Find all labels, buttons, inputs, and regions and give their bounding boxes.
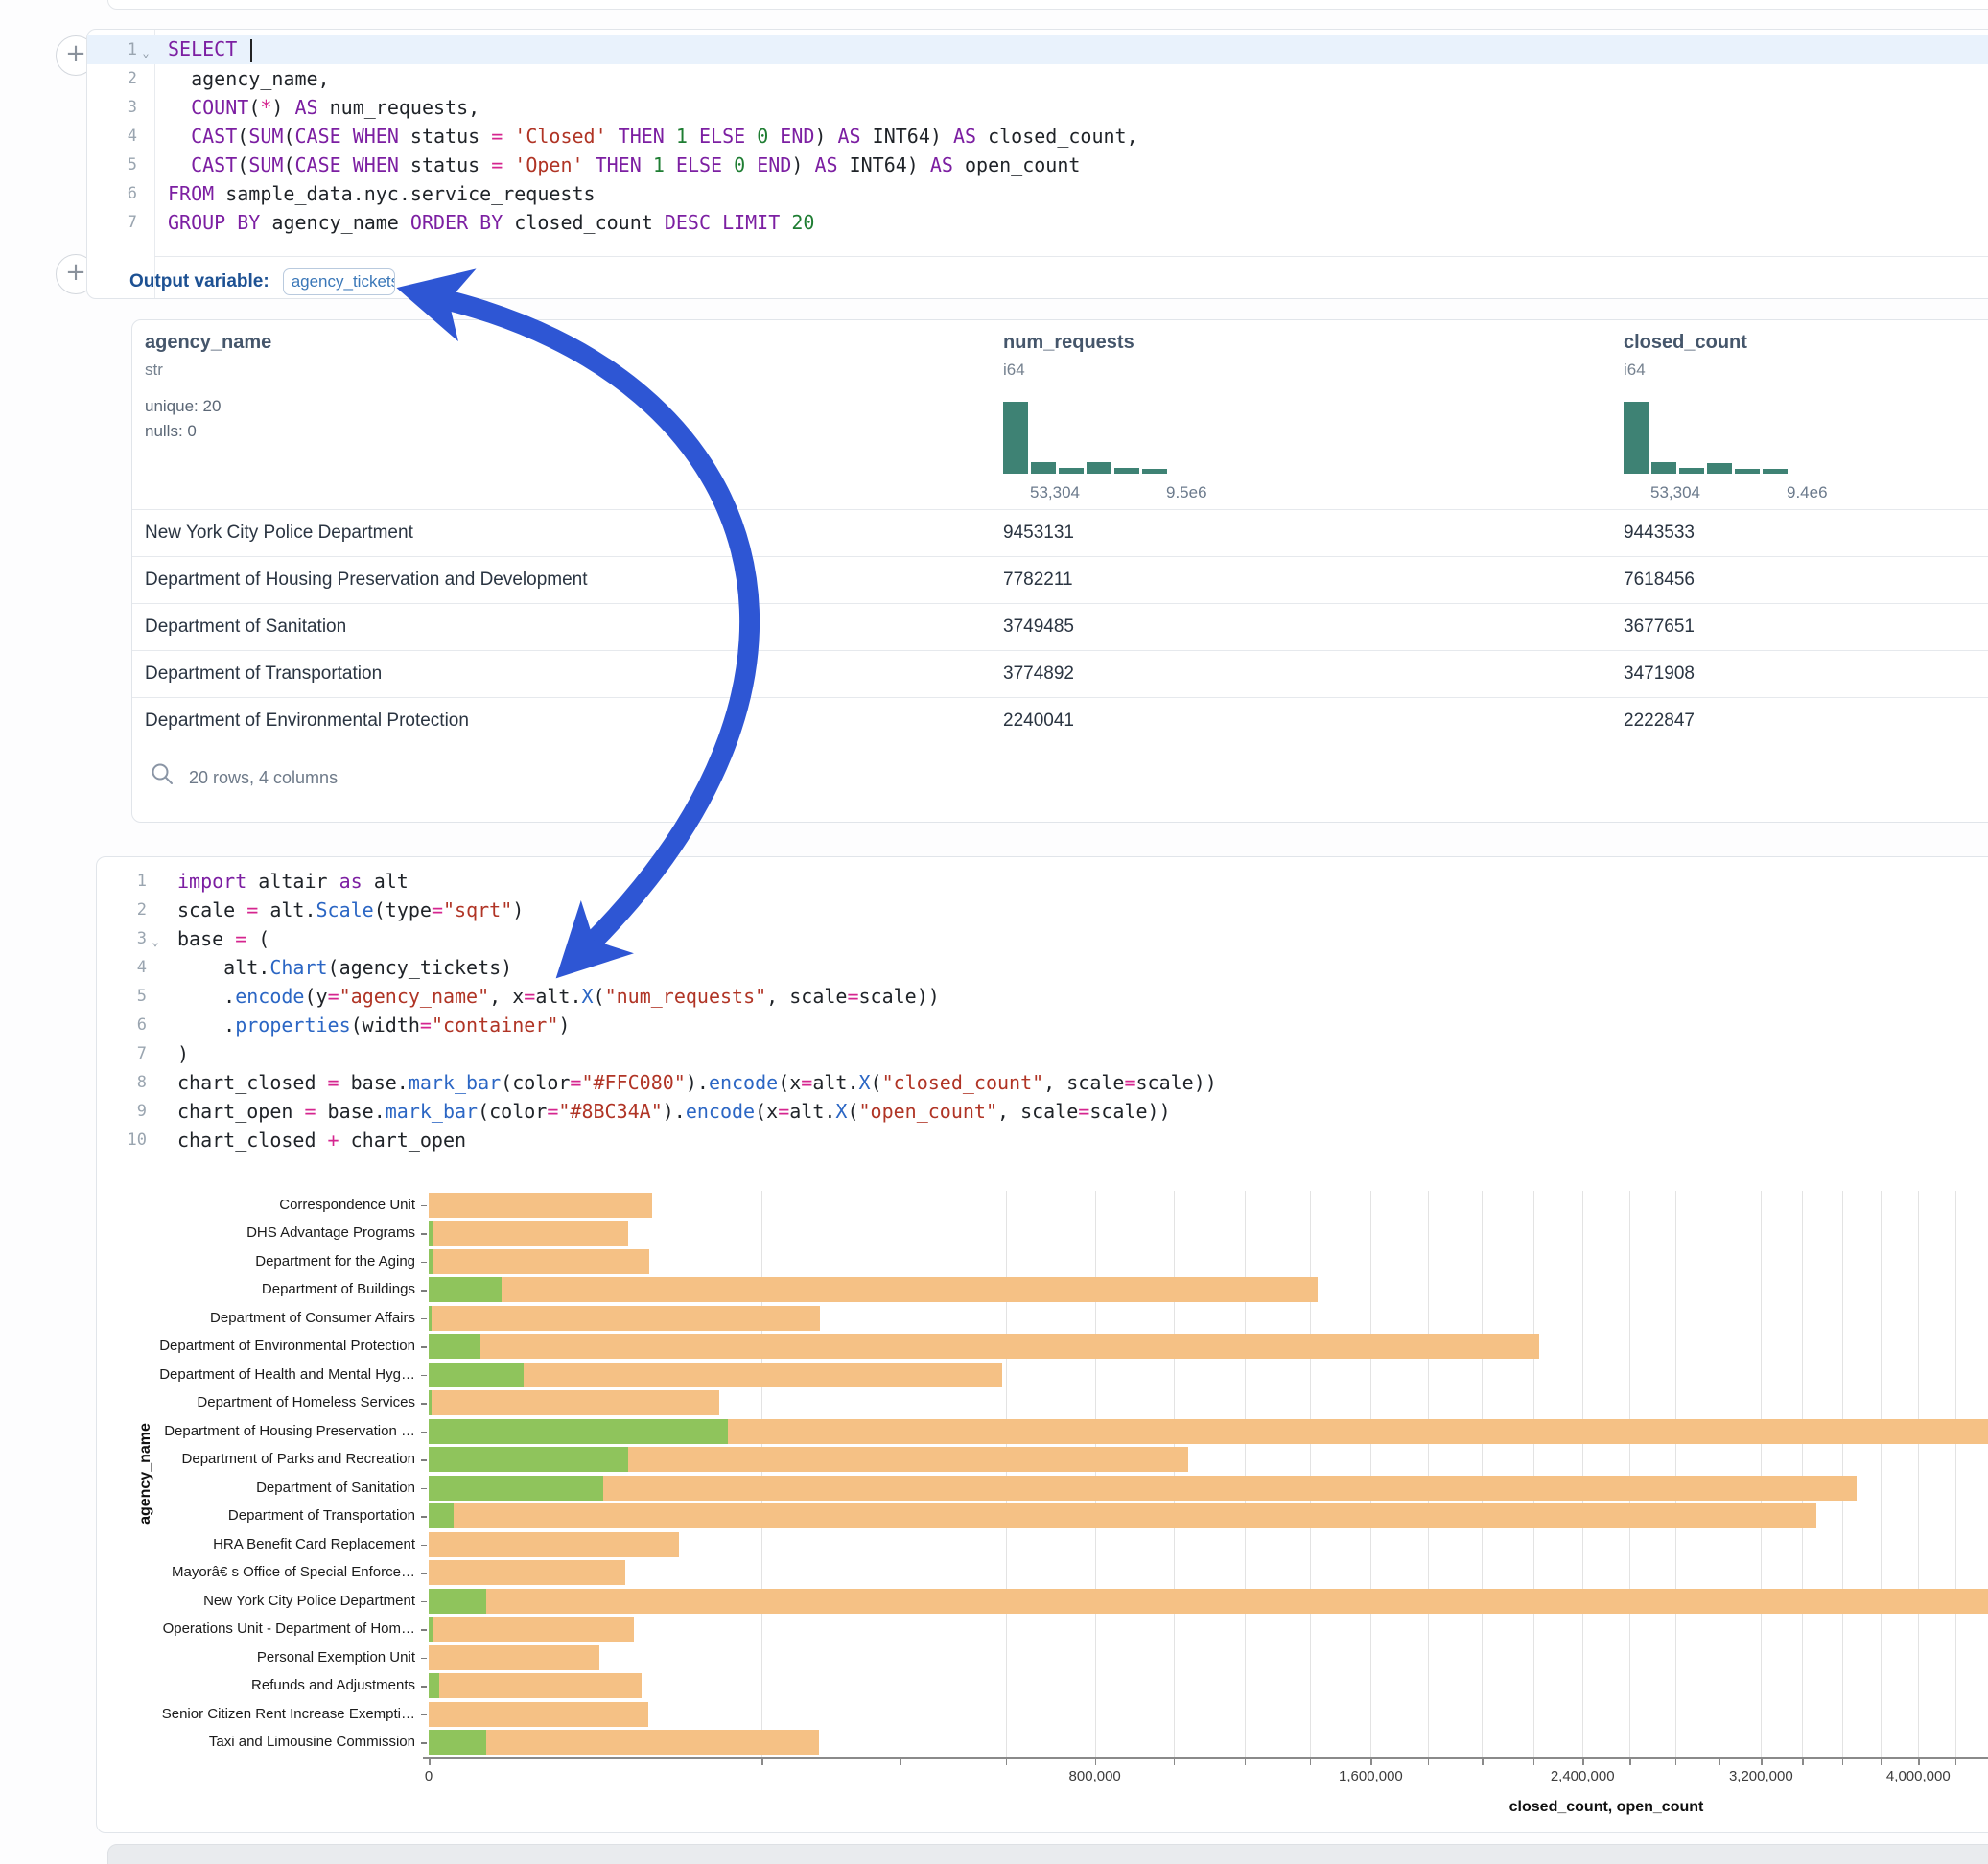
next-cell-edge[interactable] — [107, 1844, 1988, 1864]
notebook-canvas: + + 1⌄SELECT 2 agency_name,3 COUNT(*) AS… — [0, 0, 1988, 1864]
annotation-arrow — [0, 0, 1988, 1864]
